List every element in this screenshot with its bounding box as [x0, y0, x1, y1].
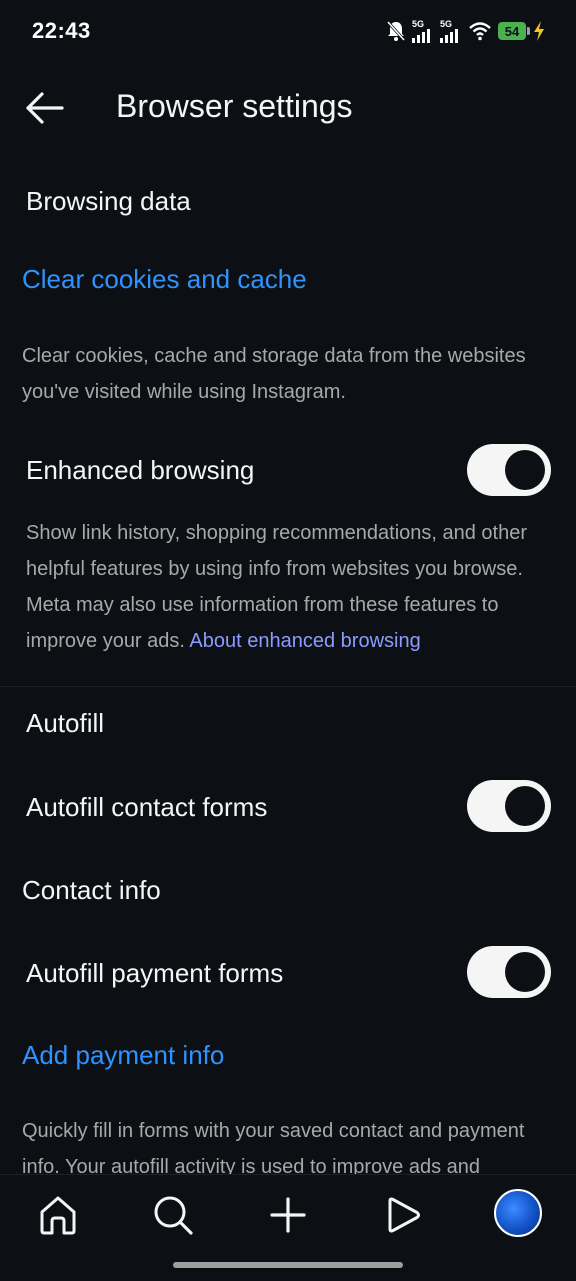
contact-info-item[interactable]: Contact info: [22, 875, 161, 906]
status-time: 22:43: [32, 18, 91, 43]
autofill-contact-forms-label: Autofill contact forms: [26, 792, 268, 822]
section-title-autofill: Autofill: [26, 708, 105, 738]
clear-cookies-link[interactable]: Clear cookies and cache: [22, 264, 307, 295]
section-divider: [0, 686, 576, 687]
toggle-knob: [505, 450, 545, 490]
home-indicator: [173, 1262, 403, 1268]
search-tab[interactable]: [151, 1193, 195, 1237]
enhanced-browsing-label: Enhanced browsing: [26, 455, 255, 485]
signal-2: 5G: [440, 18, 462, 43]
add-payment-info-link[interactable]: Add payment info: [22, 1040, 224, 1071]
signal-strength-icon: [412, 28, 430, 43]
battery-indicator: 54: [498, 22, 530, 40]
search-icon: [154, 1196, 193, 1235]
toggle-knob: [505, 952, 545, 992]
wifi-icon: [469, 22, 491, 41]
autofill-payment-forms-toggle[interactable]: [467, 946, 551, 998]
enhanced-browsing-description: Show link history, shopping recommendati…: [26, 515, 556, 659]
charging-icon: [534, 21, 544, 41]
about-enhanced-browsing-link[interactable]: About enhanced browsing: [189, 630, 420, 652]
network-type-1: 5G: [412, 18, 425, 29]
status-icons: 5G 5G 54: [386, 18, 546, 44]
header: Browser settings: [0, 72, 576, 142]
status-bar: 22:43 5G 5G 54: [0, 0, 576, 64]
clear-cookies-description: Clear cookies, cache and storage data fr…: [22, 345, 526, 403]
back-button[interactable]: [24, 88, 66, 128]
play-icon: [388, 1197, 420, 1233]
network-type-2: 5G: [440, 18, 453, 29]
home-tab[interactable]: [36, 1193, 80, 1237]
page-title: Browser settings: [116, 88, 353, 124]
toggle-knob: [505, 786, 545, 826]
create-tab[interactable]: [266, 1193, 310, 1237]
section-title-browsing-data: Browsing data: [26, 186, 191, 216]
signal-strength-icon: [440, 28, 458, 43]
enhanced-browsing-toggle[interactable]: [467, 444, 551, 496]
autofill-contact-forms-toggle[interactable]: [467, 780, 551, 832]
plus-icon: [270, 1197, 306, 1233]
autofill-payment-forms-label: Autofill payment forms: [26, 958, 284, 988]
signal-1: 5G: [412, 18, 434, 43]
reels-tab[interactable]: [381, 1193, 425, 1237]
arrow-left-icon: [26, 92, 64, 124]
home-icon: [40, 1196, 76, 1235]
profile-avatar[interactable]: [494, 1189, 542, 1237]
mute-notifications-icon: [386, 21, 406, 41]
